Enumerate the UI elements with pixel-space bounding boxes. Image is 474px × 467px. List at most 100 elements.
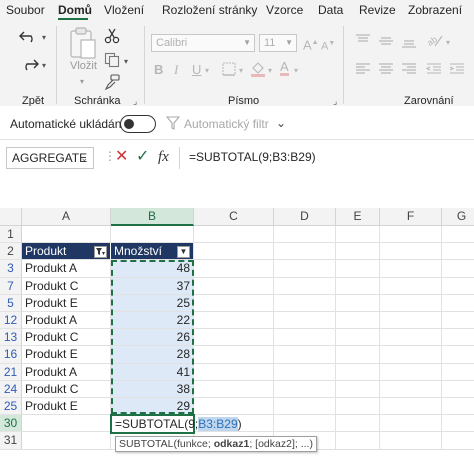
increase-indent-icon[interactable] <box>449 62 465 76</box>
cell-e[interactable] <box>336 312 380 330</box>
paste-icon[interactable] <box>68 26 98 60</box>
name-box[interactable]: AGGREGATE ⌄ <box>6 147 94 169</box>
cell-g[interactable] <box>442 346 474 364</box>
cell-c[interactable] <box>194 312 274 330</box>
cell-f[interactable] <box>380 294 442 312</box>
cell-g[interactable] <box>442 243 474 261</box>
cell-f[interactable] <box>380 260 442 278</box>
borders-icon[interactable] <box>222 62 236 76</box>
cell-b[interactable]: 29 <box>111 398 194 416</box>
cell-g[interactable] <box>442 398 474 416</box>
cell-f[interactable] <box>380 243 442 261</box>
align-center-icon[interactable] <box>378 62 394 76</box>
font-size-combo[interactable]: 11 ▼ <box>259 34 297 52</box>
cell-d[interactable] <box>274 226 336 244</box>
filter-dropdown-icon[interactable]: ▼ <box>177 246 190 259</box>
row-header[interactable]: 13 <box>0 329 22 347</box>
paste-dropdown-icon[interactable]: ▾ <box>80 74 84 90</box>
cell-f[interactable] <box>380 380 442 398</box>
bold-icon[interactable]: B <box>154 62 163 78</box>
cell-d[interactable] <box>274 277 336 295</box>
cell-g[interactable] <box>442 381 474 398</box>
cell-e[interactable] <box>336 363 380 381</box>
cell-c[interactable] <box>194 260 274 278</box>
cell-g[interactable] <box>442 329 474 347</box>
cell-c[interactable] <box>194 380 274 398</box>
cell-b[interactable] <box>111 226 194 244</box>
cell-g[interactable] <box>442 312 474 330</box>
formula-input[interactable]: =SUBTOTAL(9;B3:B29) <box>179 147 469 169</box>
cell-b[interactable]: 22 <box>111 312 194 330</box>
row-header[interactable]: 25 <box>0 398 22 416</box>
cell-a[interactable]: Produkt E <box>22 294 111 312</box>
cell-b[interactable]: 38 <box>111 380 194 398</box>
cell-b[interactable]: 37 <box>111 277 194 295</box>
undo-icon[interactable] <box>18 28 40 44</box>
cell-c[interactable] <box>194 346 274 364</box>
cell-e[interactable] <box>336 329 380 347</box>
customize-qat-icon[interactable]: ⌄ <box>276 116 286 130</box>
cell-d[interactable] <box>274 346 336 364</box>
table-header-cell[interactable]: Produkt <box>22 243 111 261</box>
cell-a[interactable] <box>22 415 111 433</box>
cell-d[interactable] <box>274 380 336 398</box>
column-header-c[interactable]: C <box>194 208 274 226</box>
cell-c[interactable] <box>194 226 274 244</box>
cell-b[interactable]: 25 <box>111 294 194 312</box>
cell-a[interactable]: Produkt E <box>22 398 111 416</box>
decrease-font-icon[interactable]: A▼ <box>321 36 335 55</box>
align-left-icon[interactable] <box>355 62 371 76</box>
cell-a[interactable] <box>22 432 111 450</box>
cell-f[interactable] <box>380 329 442 347</box>
cell-e[interactable] <box>336 243 380 261</box>
cell-f[interactable] <box>380 432 442 450</box>
cell-d[interactable] <box>274 363 336 381</box>
redo-dropdown-icon[interactable]: ▾ <box>42 58 46 74</box>
cell-d[interactable] <box>274 415 336 433</box>
tab-soubor[interactable]: Soubor <box>6 2 45 20</box>
row-header[interactable]: 31 <box>0 432 22 450</box>
cell-a[interactable]: Produkt E <box>22 346 111 364</box>
underline-icon[interactable]: U <box>192 62 201 78</box>
function-tooltip[interactable]: SUBTOTAL(funkce; odkaz1; [odkaz2]; ...) <box>115 436 317 452</box>
cell-d[interactable] <box>274 260 336 278</box>
cell-g[interactable] <box>442 226 474 244</box>
cell-f[interactable] <box>380 363 442 381</box>
tab-vlozeni[interactable]: Vložení <box>104 2 144 20</box>
tab-data[interactable]: Data <box>318 2 343 20</box>
row-header[interactable]: 2 <box>0 243 22 261</box>
cell-g[interactable] <box>442 364 474 381</box>
cell-a[interactable] <box>22 226 111 244</box>
tab-zobrazeni[interactable]: Zobrazení <box>408 2 462 20</box>
italic-icon[interactable]: I <box>174 62 178 78</box>
cell-a[interactable]: Produkt A <box>22 260 111 278</box>
cell-c[interactable] <box>194 243 274 261</box>
cell-g[interactable] <box>442 278 474 295</box>
row-header[interactable]: 24 <box>0 380 22 398</box>
cell-d[interactable] <box>274 398 336 416</box>
cancel-icon[interactable]: ✕ <box>115 147 128 167</box>
row-header[interactable]: 3 <box>0 260 22 278</box>
tab-vzorce[interactable]: Vzorce <box>266 2 303 20</box>
row-header[interactable]: 5 <box>0 294 22 312</box>
cut-icon[interactable] <box>104 28 120 44</box>
cell-f[interactable] <box>380 398 442 416</box>
cell-a[interactable]: Produkt A <box>22 363 111 381</box>
cell-f[interactable] <box>380 277 442 295</box>
align-top-icon[interactable] <box>355 34 371 48</box>
cell-c[interactable] <box>194 294 274 312</box>
copy-dropdown-icon[interactable]: ▾ <box>124 54 128 70</box>
tab-rozlozeni[interactable]: Rozložení stránky <box>162 2 257 20</box>
cell-b[interactable]: 41 <box>111 363 194 381</box>
cell-e[interactable] <box>336 432 380 450</box>
column-header-d[interactable]: D <box>274 208 336 226</box>
cell-g[interactable] <box>442 260 474 278</box>
row-header[interactable]: 21 <box>0 363 22 381</box>
cell-f[interactable] <box>380 226 442 244</box>
decrease-indent-icon[interactable] <box>426 62 442 76</box>
increase-font-icon[interactable]: A▲ <box>303 35 319 53</box>
font-color-dropdown-icon[interactable]: ▾ <box>294 63 298 79</box>
insert-function-icon[interactable]: fx <box>158 147 169 167</box>
cell-e[interactable] <box>336 277 380 295</box>
cell-a[interactable]: Produkt C <box>22 329 111 347</box>
